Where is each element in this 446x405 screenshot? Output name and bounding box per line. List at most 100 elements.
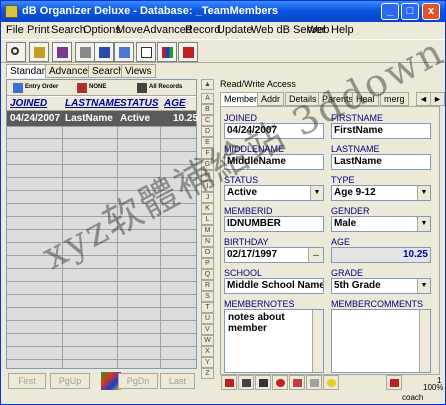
alpha-k[interactable]: K xyxy=(201,203,214,214)
first-button[interactable]: First xyxy=(8,373,46,389)
minimize-button[interactable]: _ xyxy=(381,3,399,20)
joined-field[interactable]: 04/24/2007 xyxy=(224,123,324,139)
print-record-button[interactable] xyxy=(289,375,305,390)
firstname-field[interactable]: FirstName xyxy=(331,123,431,139)
menu-file[interactable]: File xyxy=(6,24,24,36)
page-button[interactable] xyxy=(136,42,156,62)
alpha-c[interactable]: C xyxy=(201,115,214,126)
exit-button[interactable] xyxy=(178,42,198,62)
tab-merg[interactable]: merg xyxy=(380,92,409,106)
alpha-h[interactable]: H xyxy=(201,170,214,181)
table-row[interactable] xyxy=(7,309,196,321)
birthday-field[interactable]: 02/17/1997... xyxy=(224,247,324,263)
alpha-i[interactable]: I xyxy=(201,181,214,192)
table-row[interactable] xyxy=(7,205,196,217)
alpha-m[interactable]: M xyxy=(201,225,214,236)
membercomments-field[interactable] xyxy=(331,309,431,373)
alpha-r[interactable]: R xyxy=(201,280,214,291)
chevron-down-icon[interactable]: ▼ xyxy=(417,186,430,200)
table-row[interactable] xyxy=(7,127,196,139)
menu-update[interactable]: Update xyxy=(217,24,252,36)
menu-help[interactable]: Help xyxy=(331,24,354,36)
column-lastname[interactable]: LASTNAME xyxy=(65,98,121,109)
copy-button[interactable] xyxy=(306,375,322,390)
maximize-button[interactable]: □ xyxy=(401,3,419,20)
table-row[interactable] xyxy=(7,257,196,269)
table-row[interactable]: 04/24/2007 LastName Active 10.25 xyxy=(7,111,198,127)
tip-button[interactable] xyxy=(323,375,339,390)
table-row[interactable] xyxy=(7,192,196,204)
table-row[interactable] xyxy=(7,166,196,178)
tab-scroll-right-icon[interactable]: ► xyxy=(430,92,445,106)
table-row[interactable] xyxy=(7,322,196,334)
tab-scroll-left-icon[interactable]: ◄ xyxy=(416,92,431,106)
alpha-f[interactable]: F xyxy=(201,148,214,159)
alpha-u[interactable]: U xyxy=(201,313,214,324)
scrollbar[interactable] xyxy=(419,310,430,372)
chevron-down-icon[interactable]: ▼ xyxy=(310,186,323,200)
menu-print[interactable]: Print xyxy=(27,24,50,36)
last-button[interactable]: Last xyxy=(160,373,195,389)
close-button[interactable]: x xyxy=(422,3,440,20)
tab-views[interactable]: Views xyxy=(121,64,156,78)
memberid-field[interactable]: IDNUMBER xyxy=(224,216,324,232)
alpha-t[interactable]: T xyxy=(201,302,214,313)
alpha-n[interactable]: N xyxy=(201,236,214,247)
edit-button[interactable] xyxy=(52,42,72,62)
alpha-d[interactable]: D xyxy=(201,126,214,137)
scrollbar[interactable] xyxy=(312,310,323,372)
alpha-b[interactable]: B xyxy=(201,104,214,115)
alpha-s[interactable]: S xyxy=(201,291,214,302)
type-select[interactable]: Age 9-12 ▼ xyxy=(331,185,431,201)
alpha-x[interactable]: X xyxy=(201,346,214,357)
date-picker-button[interactable]: ... xyxy=(308,248,323,262)
lastname-field[interactable]: LastName xyxy=(331,154,431,170)
alpha-g[interactable]: G xyxy=(201,159,214,170)
all-records-button[interactable]: All Records xyxy=(135,81,182,95)
middlename-field[interactable]: MiddleName xyxy=(224,154,324,170)
alpha-z[interactable]: Z xyxy=(201,368,214,379)
pgup-button[interactable]: PgUp xyxy=(50,373,90,389)
delete-button[interactable] xyxy=(255,375,271,390)
form-button[interactable] xyxy=(114,42,134,62)
tab-addr[interactable]: Addr xyxy=(257,92,285,106)
alpha-y[interactable]: Y xyxy=(201,357,214,368)
save-button[interactable] xyxy=(238,375,254,390)
alpha-p[interactable]: P xyxy=(201,258,214,269)
table-row[interactable] xyxy=(7,153,196,165)
table-row[interactable] xyxy=(7,231,196,243)
menu-record[interactable]: Record xyxy=(185,24,220,36)
alpha-l[interactable]: L xyxy=(201,214,214,225)
table-row[interactable] xyxy=(7,335,196,347)
menu-move[interactable]: Move xyxy=(116,24,143,36)
report-button[interactable] xyxy=(386,375,402,390)
alpha-w[interactable]: W xyxy=(201,335,214,346)
chevron-down-icon[interactable]: ▼ xyxy=(417,217,430,231)
table-row[interactable] xyxy=(7,348,196,360)
column-age[interactable]: AGE xyxy=(164,98,186,109)
tab-details[interactable]: Details xyxy=(285,92,321,106)
column-status[interactable]: STATUS xyxy=(120,98,159,109)
status-select[interactable]: Active ▼ xyxy=(224,185,324,201)
back-button[interactable] xyxy=(221,375,237,390)
print-button[interactable] xyxy=(75,42,95,62)
alpha-j[interactable]: J xyxy=(201,192,214,203)
gender-select[interactable]: Male ▼ xyxy=(331,216,431,232)
alpha-o[interactable]: O xyxy=(201,247,214,258)
alpha-scroll-up-icon[interactable]: ▲ xyxy=(201,79,214,90)
table-row[interactable] xyxy=(7,218,196,230)
grade-select[interactable]: 5th Grade ▼ xyxy=(331,278,431,294)
sort-entry-order-button[interactable]: Entry Order xyxy=(11,81,58,95)
tab-heal[interactable]: Heal xyxy=(352,92,379,106)
column-joined[interactable]: JOINED xyxy=(10,98,47,109)
alpha-v[interactable]: V xyxy=(201,324,214,335)
table-button[interactable] xyxy=(94,42,114,62)
school-field[interactable]: Middle School Name xyxy=(224,278,324,294)
alpha-q[interactable]: Q xyxy=(201,269,214,280)
tab-member[interactable]: Member xyxy=(220,92,262,106)
table-row[interactable] xyxy=(7,296,196,308)
open-button[interactable] xyxy=(29,42,49,62)
membernotes-field[interactable]: notes about member xyxy=(224,309,324,373)
table-row[interactable] xyxy=(7,283,196,295)
chevron-down-icon[interactable]: ▼ xyxy=(417,279,430,293)
